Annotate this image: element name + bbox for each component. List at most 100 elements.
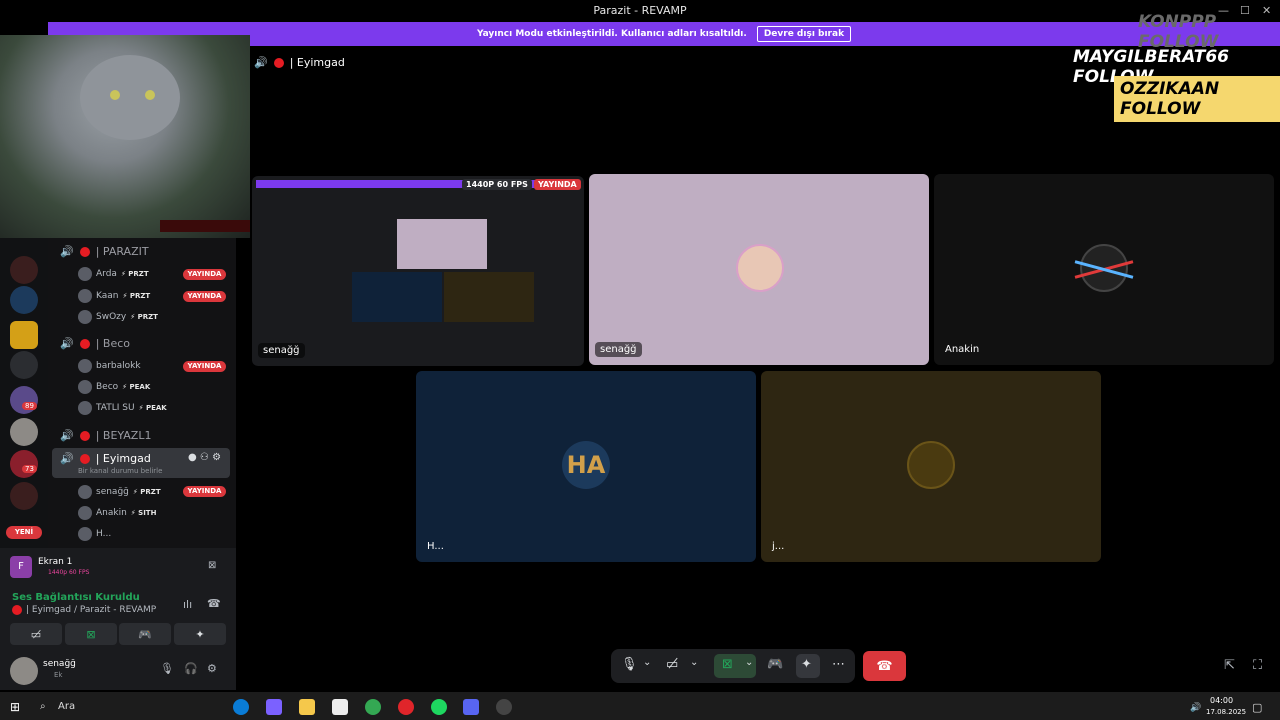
stop-stream-icon[interactable]: ⊠ <box>208 560 216 571</box>
avatar[interactable] <box>10 657 38 685</box>
microphone-icon[interactable]: 🎙 <box>621 657 638 672</box>
participant-tile[interactable]: j... <box>761 371 1101 562</box>
store-icon[interactable] <box>332 699 348 715</box>
channel-status[interactable]: Bir kanal durumu belirle <box>78 467 162 475</box>
voice-user[interactable]: SwOzy ⚡ PRZT <box>78 309 158 325</box>
taskbar <box>0 692 1280 720</box>
speaker-icon: 🔊 <box>60 337 74 350</box>
speaker-icon: 🔊 <box>60 245 74 258</box>
tile-label: j... <box>772 541 785 552</box>
voice-user[interactable]: Kaan ⚡ PRZT <box>78 288 150 304</box>
username[interactable]: senağğ <box>43 659 76 669</box>
discord-icon[interactable] <box>463 699 479 715</box>
window-title: Parazit - REVAMP <box>593 4 687 17</box>
share-screen-button[interactable]: ⊠ <box>65 623 117 645</box>
voice-connected-status[interactable]: Ses Bağlantısı Kuruldu <box>12 592 140 603</box>
camera-off-icon: ▭̸ <box>30 627 42 641</box>
stream-tile[interactable]: 1440P 60 FPS YAYINDA senağğ <box>252 176 584 366</box>
live-dot-icon <box>79 430 90 441</box>
call-channel-name: | Eyimgad <box>289 56 345 69</box>
server-icon[interactable] <box>10 418 38 446</box>
live-badge: YAYINDA <box>534 179 581 190</box>
chevron-down-icon[interactable]: ⌄ <box>643 657 651 668</box>
clock-time[interactable]: 04:00 <box>1210 696 1233 705</box>
voice-channel-parazit[interactable]: 🔊 | PARAZIT <box>60 245 149 258</box>
voice-user[interactable]: TATLI SU ⚡ PEAK <box>78 400 167 416</box>
participant-tile[interactable]: senağğ <box>589 174 929 365</box>
notification-icon[interactable]: ▢ <box>1252 701 1262 714</box>
soundboard-button[interactable]: ✦ <box>174 623 226 645</box>
gear-icon[interactable]: ⚙ <box>212 452 221 463</box>
webcam-overlay-image <box>0 35 250 238</box>
gamepad-icon[interactable]: 🎮 <box>767 657 783 672</box>
voice-channel-info[interactable]: | Eyimgad / Parazit - REVAMP <box>12 605 156 615</box>
microphone-icon[interactable]: 🎙 <box>160 662 174 675</box>
live-badge: YAYINDA <box>183 291 226 302</box>
camera-off-icon[interactable]: ▭̸ <box>666 657 678 672</box>
avatar <box>78 380 92 394</box>
more-icon[interactable]: ⋯ <box>832 657 845 672</box>
live-dot-icon <box>79 246 90 257</box>
participant-tile[interactable]: Anakin <box>934 174 1274 365</box>
server-icon[interactable] <box>10 450 38 478</box>
tile-label: H... <box>427 541 444 552</box>
chrome-icon[interactable] <box>365 699 381 715</box>
spotify-icon[interactable] <box>431 699 447 715</box>
gear-icon[interactable]: ⚙ <box>207 662 217 675</box>
voice-user[interactable]: Arda ⚡ PRZT <box>78 266 149 282</box>
cat-eye-shape <box>145 90 155 100</box>
server-icon[interactable] <box>10 482 38 510</box>
disconnect-icon[interactable]: ☎ <box>207 597 221 610</box>
speaker-icon: 🔊 <box>60 452 74 465</box>
participant-tile[interactable]: HA H... <box>416 371 756 562</box>
quality-badge: 1440P 60 FPS <box>462 179 532 190</box>
search-icon[interactable]: ⌕ <box>40 701 46 712</box>
explorer-icon[interactable] <box>299 699 315 715</box>
voice-channel-beyazl1[interactable]: 🔊 | BEYAZL1 <box>60 429 151 442</box>
live-badge: YAYINDA <box>183 486 226 497</box>
voice-user[interactable]: barbalokk <box>78 358 145 374</box>
server-icon[interactable] <box>10 256 38 284</box>
chevron-down-icon[interactable]: ⌄ <box>745 657 753 668</box>
server-icon[interactable] <box>10 351 38 379</box>
popout-icon[interactable]: ⇱ <box>1224 658 1235 673</box>
headphones-icon[interactable]: 🎧 <box>184 662 198 675</box>
folder-icon[interactable] <box>10 321 38 349</box>
start-icon[interactable]: ⊞ <box>10 700 20 714</box>
avatar <box>78 401 92 415</box>
chevron-down-icon[interactable]: ⌄ <box>690 657 698 668</box>
noise-icon[interactable]: ılı <box>183 598 192 611</box>
chat-icon[interactable]: ● <box>188 452 197 463</box>
tile-label: Anakin <box>945 344 980 355</box>
activity-button[interactable]: 🎮 <box>119 623 171 645</box>
taskbar-search[interactable]: Ara <box>58 701 75 712</box>
voice-user[interactable]: senağğ ⚡ PRZT <box>78 484 161 500</box>
disconnect-button[interactable]: ☎ <box>863 651 906 681</box>
voice-user[interactable]: Beco ⚡ PEAK <box>78 379 150 395</box>
screen-share-icon: ⊠ <box>722 657 733 672</box>
edge-icon[interactable] <box>233 699 249 715</box>
volume-icon[interactable]: 🔊 <box>1190 703 1201 713</box>
voice-user[interactable]: H... <box>78 526 111 542</box>
tile-label: senağğ <box>258 343 305 358</box>
app-icon[interactable] <box>496 699 512 715</box>
soundboard-icon: ✦ <box>195 627 205 641</box>
tile-label: senağğ <box>595 342 642 357</box>
mini-tile-shape <box>444 272 534 322</box>
new-badge: YENİ <box>6 526 42 539</box>
avatar <box>78 527 92 541</box>
copilot-icon[interactable] <box>266 699 282 715</box>
server-icon[interactable] <box>10 286 38 314</box>
invite-icon[interactable]: ⚇ <box>200 452 209 463</box>
camera-toggle-button[interactable]: ▭̸ <box>10 623 62 645</box>
speaker-icon: 🔊 <box>60 429 74 442</box>
voice-channel-beco[interactable]: 🔊 | Beco <box>60 337 130 350</box>
mini-tile-shape <box>352 272 442 322</box>
fullscreen-icon[interactable]: ⛶ <box>1253 658 1262 673</box>
opera-icon[interactable] <box>398 699 414 715</box>
hangup-icon: ☎ <box>876 658 893 674</box>
voice-user[interactable]: Anakin ⚡ SITH <box>78 505 156 521</box>
disable-streamer-mode-button[interactable]: Devre dışı bırak <box>756 26 852 42</box>
voice-channel-eyimgad[interactable]: 🔊 | Eyimgad <box>60 452 151 465</box>
clock-date[interactable]: 17.08.2025 <box>1206 708 1246 716</box>
